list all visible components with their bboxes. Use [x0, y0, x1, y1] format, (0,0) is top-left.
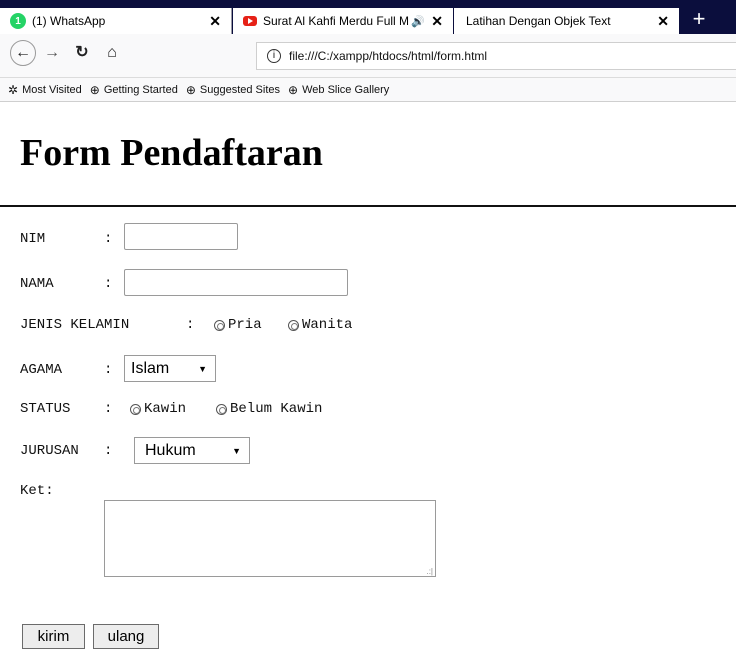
ulang-button[interactable]: ulang: [93, 624, 159, 649]
nav-bar: ← → ↻ ⌂ i file:///C:/xampp/htdocs/html/f…: [0, 34, 736, 78]
radio-button[interactable]: [216, 403, 227, 415]
bookmark-label: Getting Started: [103, 83, 178, 96]
page-content: Form Pendaftaran NIM : NAMA : JENIS KELA…: [0, 103, 736, 649]
new-tab-icon[interactable]: +: [688, 8, 710, 31]
bookmark-getting-started[interactable]: ⊕ Getting Started: [90, 83, 178, 97]
bookmark-label: Suggested Sites: [199, 83, 281, 96]
jurusan-select[interactable]: Hukum ▼: [134, 437, 250, 464]
whatsapp-icon: 1: [10, 13, 26, 29]
reload-icon[interactable]: ↻: [70, 42, 94, 66]
radio-label: Wanita: [302, 317, 353, 333]
radio-belum-kawin[interactable]: Belum Kawin: [216, 401, 322, 417]
globe-icon: ⊕: [288, 82, 299, 97]
page-title: Form Pendaftaran: [20, 132, 323, 174]
chevron-down-icon: ▼: [232, 445, 241, 456]
agama-select[interactable]: Islam ▼: [124, 355, 216, 382]
radio-button[interactable]: [288, 319, 299, 331]
status-separator: :: [104, 401, 113, 417]
nama-input[interactable]: [124, 269, 348, 296]
bookmark-web-slice-gallery[interactable]: ⊕ Web Slice Gallery: [288, 83, 389, 97]
agama-label: AGAMA: [20, 362, 63, 378]
tab-title: (1) WhatsApp: [32, 14, 106, 28]
address-bar[interactable]: i file:///C:/xampp/htdocs/html/form.html: [256, 42, 736, 70]
globe-icon: ⊕: [89, 82, 100, 97]
select-value: Islam: [131, 359, 170, 377]
select-value: Hukum: [145, 441, 196, 459]
bookmark-suggested-sites[interactable]: ⊕ Suggested Sites: [186, 83, 280, 97]
tab-youtube[interactable]: Surat Al Kahfi Merdu Full M 🔊 ✕: [233, 8, 453, 34]
nama-separator: :: [104, 276, 113, 292]
close-icon[interactable]: ✕: [657, 13, 669, 30]
radio-pria[interactable]: Pria: [214, 317, 262, 333]
bookmarks-bar: ✲ Most Visited ⊕ Getting Started ⊕ Sugge…: [0, 78, 736, 102]
kirim-button[interactable]: kirim: [22, 624, 85, 649]
close-icon[interactable]: ✕: [209, 13, 221, 30]
globe-icon: ⊕: [185, 82, 196, 97]
tab-active[interactable]: Latihan Dengan Objek Text ✕: [454, 8, 679, 34]
nama-label: NAMA: [20, 276, 54, 292]
tab-title: Latihan Dengan Objek Text: [466, 14, 611, 28]
radio-label: Belum Kawin: [230, 401, 323, 417]
forward-icon[interactable]: →: [40, 42, 64, 66]
home-icon[interactable]: ⌂: [100, 42, 124, 66]
nim-separator: :: [104, 231, 113, 247]
bookmark-most-visited[interactable]: ✲ Most Visited: [8, 83, 82, 97]
ket-textarea[interactable]: .:|: [104, 500, 436, 577]
jenis-kelamin-separator: :: [186, 317, 195, 333]
bookmark-label: Most Visited: [22, 83, 82, 96]
radio-button[interactable]: [214, 319, 225, 331]
chevron-down-icon: ▼: [198, 363, 207, 374]
url-text: file:///C:/xampp/htdocs/html/form.html: [289, 49, 488, 63]
status-label: STATUS: [20, 401, 71, 417]
gear-icon: ✲: [8, 82, 19, 97]
radio-label: Pria: [228, 317, 262, 333]
jenis-kelamin-label: JENIS KELAMIN: [20, 317, 130, 333]
jurusan-label: JURUSAN: [20, 443, 79, 459]
agama-separator: :: [104, 362, 113, 378]
radio-label: Kawin: [144, 401, 187, 417]
radio-kawin[interactable]: Kawin: [130, 401, 186, 417]
tab-whatsapp[interactable]: 1 (1) WhatsApp ✕: [0, 8, 232, 34]
tab-title: Surat Al Kahfi Merdu Full M: [263, 14, 410, 28]
resize-handle-icon[interactable]: .:|: [426, 567, 433, 576]
nim-label: NIM: [20, 231, 46, 247]
bookmark-label: Web Slice Gallery: [302, 83, 390, 96]
tab-bar: 1 (1) WhatsApp ✕ Surat Al Kahfi Merdu Fu…: [0, 0, 736, 34]
info-icon[interactable]: i: [267, 49, 281, 63]
youtube-icon: [243, 16, 257, 26]
radio-wanita[interactable]: Wanita: [288, 317, 352, 333]
speaker-icon[interactable]: 🔊: [411, 15, 425, 28]
divider: [0, 205, 736, 207]
nim-input[interactable]: [124, 223, 238, 250]
close-icon[interactable]: ✕: [431, 13, 443, 30]
radio-button[interactable]: [130, 403, 141, 415]
jurusan-separator: :: [104, 443, 113, 459]
ket-label: Ket:: [20, 483, 54, 499]
back-icon[interactable]: ←: [10, 40, 36, 66]
